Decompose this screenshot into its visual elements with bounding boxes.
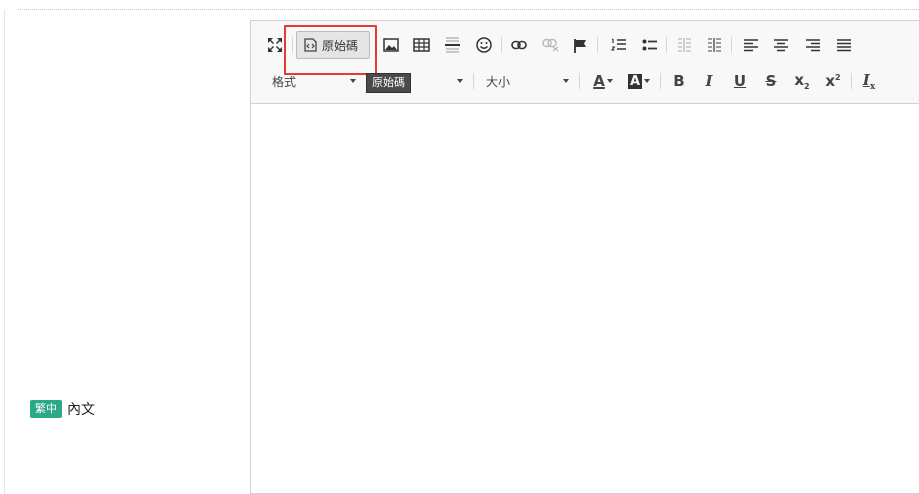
align-left-icon — [744, 38, 758, 51]
remove-format-icon: Ix — [863, 71, 875, 92]
subscript-icon: x2 — [794, 71, 809, 91]
toolbar-separator — [473, 73, 474, 89]
toolbar-separator — [597, 37, 598, 53]
superscript-glyph: x — [825, 72, 836, 90]
source-tooltip: 原始碼 — [366, 73, 411, 93]
numbered-list-icon — [610, 38, 626, 51]
bulleted-list-button[interactable] — [641, 30, 657, 60]
bold-icon: B — [673, 72, 685, 90]
bulleted-list-icon — [642, 39, 657, 50]
anchor-icon — [574, 38, 586, 53]
indent-button[interactable] — [706, 30, 722, 60]
underline-button[interactable]: U — [732, 66, 748, 96]
justify-button[interactable] — [836, 30, 852, 60]
horizontal-rule-button[interactable] — [444, 30, 461, 60]
bold-button[interactable]: B — [671, 66, 687, 96]
font-combo[interactable] — [413, 66, 463, 96]
superscript-digit: 2 — [835, 73, 841, 82]
remove-format-glyph: I — [862, 70, 870, 89]
maximize-icon — [268, 38, 282, 52]
outdent-icon — [677, 38, 691, 52]
background-color-button[interactable]: A — [626, 66, 652, 96]
format-combo-label: 格式 — [272, 74, 297, 89]
maximize-button[interactable] — [264, 30, 286, 60]
superscript-icon: x2 — [825, 72, 840, 90]
chevron-down-icon — [563, 79, 569, 83]
italic-button[interactable]: I — [701, 66, 717, 96]
remove-format-mark: x — [869, 81, 876, 92]
align-center-icon — [774, 38, 788, 51]
toolbar-row-1: 原始碼 — [251, 25, 919, 75]
chevron-down-icon — [606, 79, 613, 83]
toolbar-separator — [579, 73, 580, 89]
toolbar-separator — [501, 37, 502, 53]
indent-icon — [707, 38, 721, 52]
subscript-button[interactable]: x2 — [793, 66, 811, 96]
image-button[interactable] — [382, 30, 400, 60]
section-divider — [18, 9, 919, 10]
link-button[interactable] — [510, 30, 527, 60]
superscript-button[interactable]: x2 — [824, 66, 842, 96]
size-combo-label: 大小 — [486, 74, 511, 89]
strikethrough-icon: S — [765, 72, 777, 90]
editor-toolbar: 原始碼 格式 大小 A A B I U S x2 x2 Ix 原始碼 — [251, 21, 919, 104]
toolbar-separator — [731, 37, 732, 53]
image-icon — [383, 38, 399, 52]
horizontal-rule-icon — [445, 37, 460, 53]
align-right-button[interactable] — [805, 30, 821, 60]
unlink-icon — [541, 38, 558, 52]
strikethrough-button[interactable]: S — [763, 66, 779, 96]
size-combo[interactable]: 大小 — [486, 66, 569, 96]
smiley-button[interactable] — [475, 30, 492, 60]
outdent-button[interactable] — [676, 30, 692, 60]
background-color-icon: A — [627, 73, 643, 89]
subscript-glyph: x — [794, 71, 805, 89]
numbered-list-button[interactable] — [610, 30, 626, 60]
chevron-down-icon — [350, 79, 356, 83]
editor-content-area[interactable] — [251, 105, 919, 493]
form-border — [4, 10, 5, 494]
align-right-icon — [806, 38, 820, 51]
table-icon — [412, 38, 430, 52]
text-color-icon: A — [593, 72, 605, 90]
toolbar-row-2: 格式 大小 A A B I U S x2 x2 Ix — [251, 66, 919, 96]
anchor-button[interactable] — [572, 30, 589, 60]
subscript-digit: 2 — [804, 82, 810, 91]
field-label-group: 繁中 內文 — [30, 399, 95, 419]
rich-text-editor: 原始碼 格式 大小 A A B I U S x2 x2 Ix 原始碼 — [250, 20, 919, 494]
format-combo[interactable]: 格式 — [272, 66, 356, 96]
toolbar-separator — [851, 73, 852, 89]
field-label: 內文 — [67, 402, 95, 418]
link-icon — [510, 40, 527, 50]
table-button[interactable] — [412, 30, 430, 60]
toolbar-separator — [666, 37, 667, 53]
smiley-icon — [475, 37, 492, 53]
language-badge: 繁中 — [30, 400, 62, 418]
toolbar-separator — [660, 73, 661, 89]
chevron-down-icon — [457, 79, 463, 83]
align-left-button[interactable] — [743, 30, 759, 60]
unlink-button[interactable] — [541, 30, 559, 60]
underline-icon: U — [733, 72, 747, 90]
italic-icon: I — [705, 72, 713, 90]
remove-format-button[interactable]: Ix — [860, 66, 878, 96]
chevron-down-icon — [644, 79, 651, 83]
justify-icon — [837, 38, 851, 51]
align-center-button[interactable] — [773, 30, 789, 60]
text-color-button[interactable]: A — [591, 66, 615, 96]
